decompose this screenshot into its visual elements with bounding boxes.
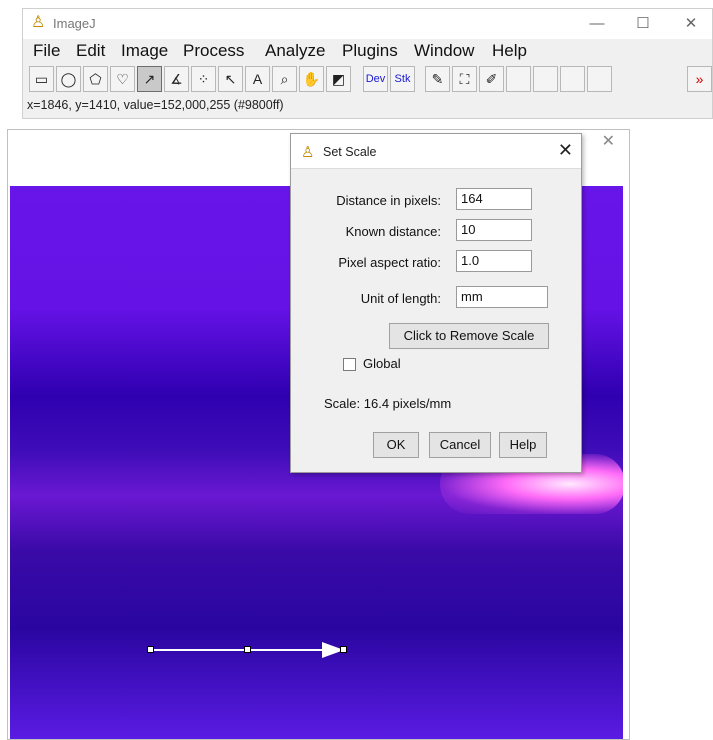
menu-analyze[interactable]: Analyze	[265, 41, 325, 61]
known-distance-label: Known distance:	[345, 224, 441, 239]
text-tool[interactable]: A	[245, 66, 270, 92]
rectangle-tool[interactable]: ▭	[29, 66, 54, 92]
remove-scale-button[interactable]: Click to Remove Scale	[389, 323, 549, 349]
status-bar: x=1846, y=1410, value=152,000,255 (#9800…	[27, 98, 284, 112]
help-button[interactable]: Help	[499, 432, 547, 458]
freehand-tool[interactable]: ♡	[110, 66, 135, 92]
set-scale-dialog: ♙ Set Scale ✕ Distance in pixels: 164 Kn…	[290, 133, 582, 473]
aspect-ratio-label: Pixel aspect ratio:	[338, 255, 441, 270]
dev-menu-tool[interactable]: Dev	[363, 66, 388, 92]
imagej-main-window: ♙ ImageJ — ☐ ✕ File Edit Image Process A…	[22, 8, 713, 119]
empty-tool-slot-2	[533, 66, 558, 92]
global-label: Global	[363, 356, 401, 371]
empty-tool-slot-3	[560, 66, 585, 92]
color-picker-tool[interactable]: ◩	[326, 66, 351, 92]
line-end-handle[interactable]	[340, 646, 347, 653]
dev-label: Dev	[365, 73, 386, 85]
oval-tool[interactable]: ◯	[56, 66, 81, 92]
polygon-tool[interactable]: ⬠	[83, 66, 108, 92]
rectangle-tool-icon: ▭	[34, 70, 49, 87]
hand-tool[interactable]: ✋	[299, 66, 324, 92]
dialog-close-button[interactable]: ✕	[558, 140, 573, 161]
angle-tool-icon: ∡	[170, 70, 183, 87]
distance-pixels-input[interactable]: 164	[456, 188, 532, 210]
menu-process[interactable]: Process	[183, 41, 244, 61]
magnifier-tool[interactable]: ⌕	[272, 66, 297, 92]
minimize-button[interactable]: —	[579, 12, 615, 36]
menu-help[interactable]: Help	[492, 41, 527, 61]
brush-tool-icon: ✎	[431, 70, 444, 87]
app-title: ImageJ	[53, 16, 96, 31]
title-bar: ♙ ImageJ — ☐ ✕	[23, 9, 712, 39]
microscope-icon: ♙	[31, 14, 46, 31]
more-tools-button[interactable]: »	[687, 66, 712, 92]
hand-tool-icon: ✋	[302, 70, 321, 87]
menu-edit[interactable]: Edit	[76, 41, 105, 61]
freehand-tool-icon: ♡	[116, 70, 129, 87]
oval-tool-icon: ◯	[60, 70, 77, 87]
color-picker-tool-icon: ◩	[331, 70, 346, 87]
known-distance-input[interactable]: 10	[456, 219, 532, 241]
dialog-title: Set Scale	[323, 145, 377, 159]
menu-image[interactable]: Image	[121, 41, 168, 61]
wand-tool-icon: ↖	[224, 70, 237, 87]
aspect-ratio-input[interactable]: 1.0	[456, 250, 532, 272]
more-tools-icon: »	[695, 71, 704, 87]
pencil-tool[interactable]: ✐	[479, 66, 504, 92]
menu-plugins[interactable]: Plugins	[342, 41, 398, 61]
close-button[interactable]: ✕	[673, 12, 709, 36]
global-checkbox[interactable]	[343, 358, 356, 371]
line-start-handle[interactable]	[147, 646, 154, 653]
line-mid-handle[interactable]	[244, 646, 251, 653]
scale-readout: Scale: 16.4 pixels/mm	[324, 396, 452, 411]
distance-pixels-label: Distance in pixels:	[336, 193, 441, 208]
polygon-tool-icon: ⬠	[89, 70, 102, 87]
menu-file[interactable]: File	[33, 41, 60, 61]
pencil-tool-icon: ✐	[485, 70, 498, 87]
dialog-title-bar: ♙ Set Scale ✕	[291, 134, 581, 169]
line-tool[interactable]: ↗	[137, 66, 162, 92]
unit-input[interactable]: mm	[456, 286, 548, 308]
stk-menu-tool[interactable]: Stk	[390, 66, 415, 92]
empty-tool-slot-1	[506, 66, 531, 92]
microscope-icon: ♙	[301, 144, 315, 161]
multipoint-tool-icon: ⁘	[197, 70, 210, 87]
ok-button[interactable]: OK	[373, 432, 419, 458]
flood-fill-tool-icon: ⛶	[459, 70, 470, 87]
unit-label: Unit of length:	[360, 291, 441, 306]
brush-tool[interactable]: ✎	[425, 66, 450, 92]
wand-tool[interactable]: ↖	[218, 66, 243, 92]
toolbar: ▭ ◯ ⬠ ♡ ↗ ∡ ⁘ ↖ A ⌕ ✋ ◩ Dev Stk ✎ ⛶ ✐ »	[27, 64, 713, 96]
magnifier-tool-icon: ⌕	[280, 70, 289, 87]
stk-label: Stk	[394, 73, 411, 85]
text-tool-icon: A	[252, 71, 263, 87]
angle-tool[interactable]: ∡	[164, 66, 189, 92]
menu-window[interactable]: Window	[414, 41, 474, 61]
line-tool-icon: ↗	[143, 70, 156, 87]
flood-fill-tool[interactable]: ⛶	[452, 66, 477, 92]
cancel-button[interactable]: Cancel	[429, 432, 491, 458]
menu-bar: File Edit Image Process Analyze Plugins …	[23, 39, 712, 63]
empty-tool-slot-4	[587, 66, 612, 92]
multipoint-tool[interactable]: ⁘	[191, 66, 216, 92]
image-window-close-icon[interactable]: ✕	[602, 131, 615, 151]
maximize-button[interactable]: ☐	[625, 12, 661, 36]
